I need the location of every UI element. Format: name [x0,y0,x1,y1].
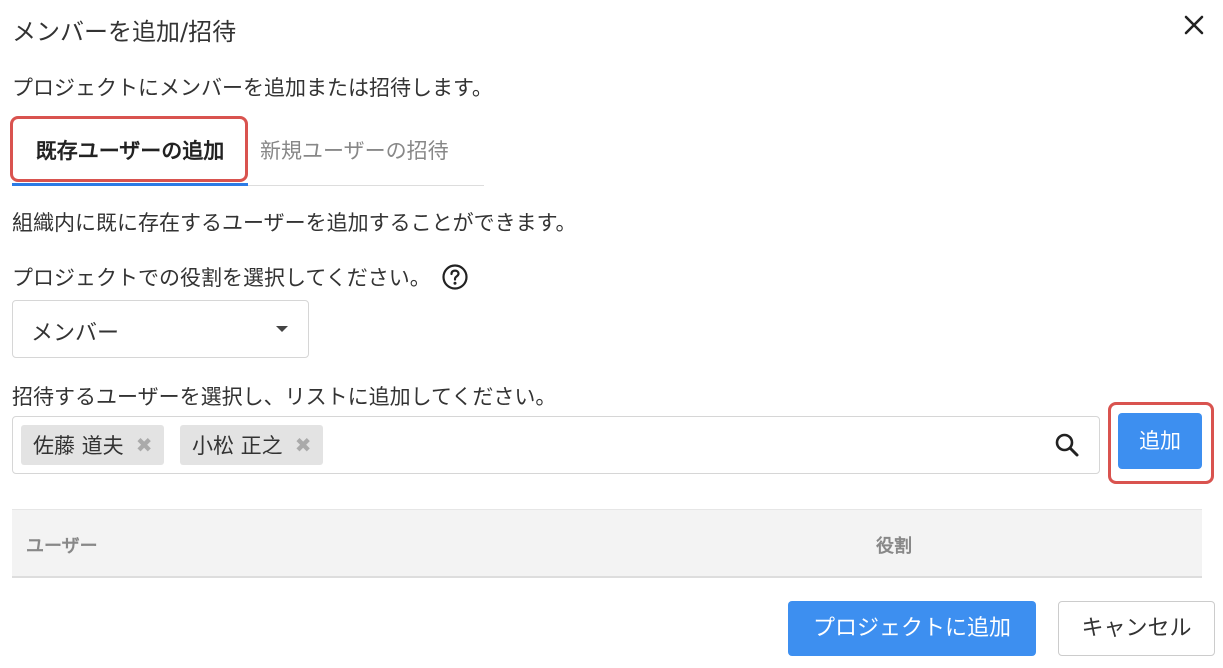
selected-user-chip: 小松 正之 ✖ [180,425,324,465]
chip-label: 佐藤 道夫 [33,434,124,458]
search-icon[interactable] [1053,431,1081,459]
question-circle-icon[interactable] [441,263,469,291]
close-button[interactable] [1179,10,1209,40]
remove-chip-icon[interactable]: ✖ [136,433,153,457]
add-to-project-button[interactable]: プロジェクトに追加 [788,601,1036,656]
tab-description: 組織内に既に存在するユーザーを追加することができます。 [12,211,577,235]
close-icon [1184,15,1204,35]
user-search-input[interactable]: 佐藤 道夫 ✖ 小松 正之 ✖ [12,416,1100,474]
role-prompt: プロジェクトでの役割を選択してください。 [12,262,469,292]
column-header-role: 役割 [876,536,912,557]
role-select[interactable]: メンバー [12,300,309,358]
add-to-list-button[interactable]: 追加 [1118,413,1202,469]
selected-user-chip: 佐藤 道夫 ✖ [21,425,165,465]
tab-invite-new-user[interactable]: 新規ユーザーの招待 [260,116,449,184]
dialog-description: プロジェクトにメンバーを追加または招待します。 [12,76,493,100]
cancel-button[interactable]: キャンセル [1058,601,1215,656]
caret-down-icon [276,326,288,332]
user-select-prompt: 招待するユーザーを選択し、リストに追加してください。 [12,385,557,409]
dialog-title: メンバーを追加/招待 [12,18,237,46]
role-prompt-label: プロジェクトでの役割を選択してください。 [12,266,431,290]
tab-bar: 既存ユーザーの追加 新規ユーザーの招待 [12,116,484,186]
remove-chip-icon[interactable]: ✖ [295,433,312,457]
tab-add-existing-user[interactable]: 既存ユーザーの追加 [12,116,248,186]
column-header-user: ユーザー [26,536,98,557]
role-select-value: メンバー [31,321,120,346]
user-table-header: ユーザー 役割 [12,509,1202,578]
chip-label: 小松 正之 [192,434,283,458]
